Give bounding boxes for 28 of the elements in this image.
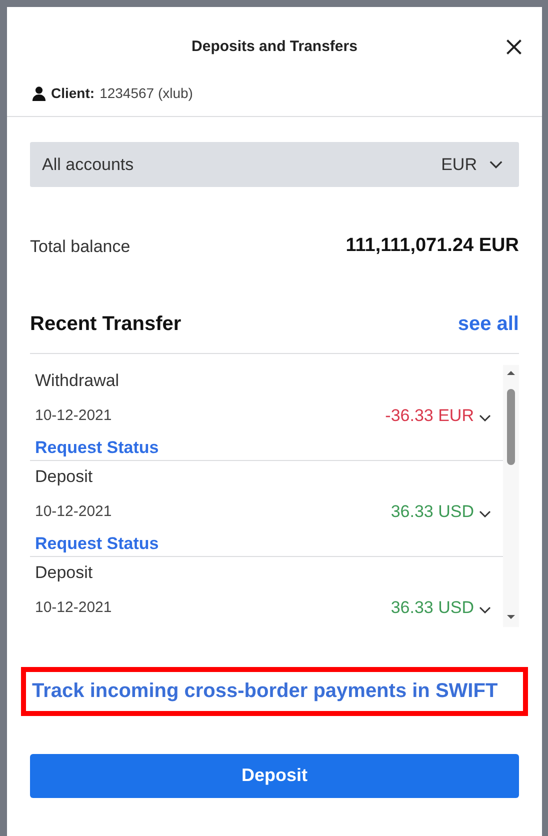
transfer-date: 10-12-2021	[35, 502, 112, 522]
chevron-down-icon[interactable]	[479, 414, 491, 422]
client-value: 1234567 (xlub)	[100, 84, 193, 103]
client-label: Client:	[51, 84, 95, 103]
balance-value: 111,111,071.24 EUR	[346, 234, 519, 258]
scrollbar-drawing[interactable]	[503, 364, 519, 626]
transfer-type: Withdrawal	[35, 370, 120, 392]
account-select[interactable]: All accounts EUR	[30, 142, 519, 187]
deposit-button[interactable]: Deposit	[30, 754, 519, 798]
transfer-amount: 36.33 USD	[390, 597, 474, 619]
chevron-down-icon[interactable]	[489, 160, 503, 169]
request-status-link[interactable]: Request Status	[35, 434, 491, 460]
close-button[interactable]	[505, 38, 523, 56]
chevron-down-icon[interactable]	[479, 606, 491, 614]
transfer-date: 10-12-2021	[35, 598, 112, 618]
request-status-link[interactable]: Request Status	[35, 530, 491, 556]
see-all-link[interactable]: see all	[458, 308, 519, 338]
swift-link[interactable]: Track incoming cross-border payments in SWIFT	[32, 678, 517, 704]
window-title: Deposits and Transfers	[192, 37, 358, 57]
balance-label: Total balance	[30, 236, 130, 258]
transfer-type: Deposit	[35, 562, 94, 584]
section-title: Recent Transfer	[30, 312, 182, 336]
chevron-down-icon[interactable]	[479, 510, 491, 518]
transfer-amount: 36.33 USD	[390, 501, 474, 523]
transfer-type: Deposit	[35, 466, 94, 488]
person-icon	[32, 86, 46, 101]
transfer-amount: -36.33 EUR	[385, 405, 474, 427]
transfer-date: 10-12-2021	[35, 406, 112, 426]
